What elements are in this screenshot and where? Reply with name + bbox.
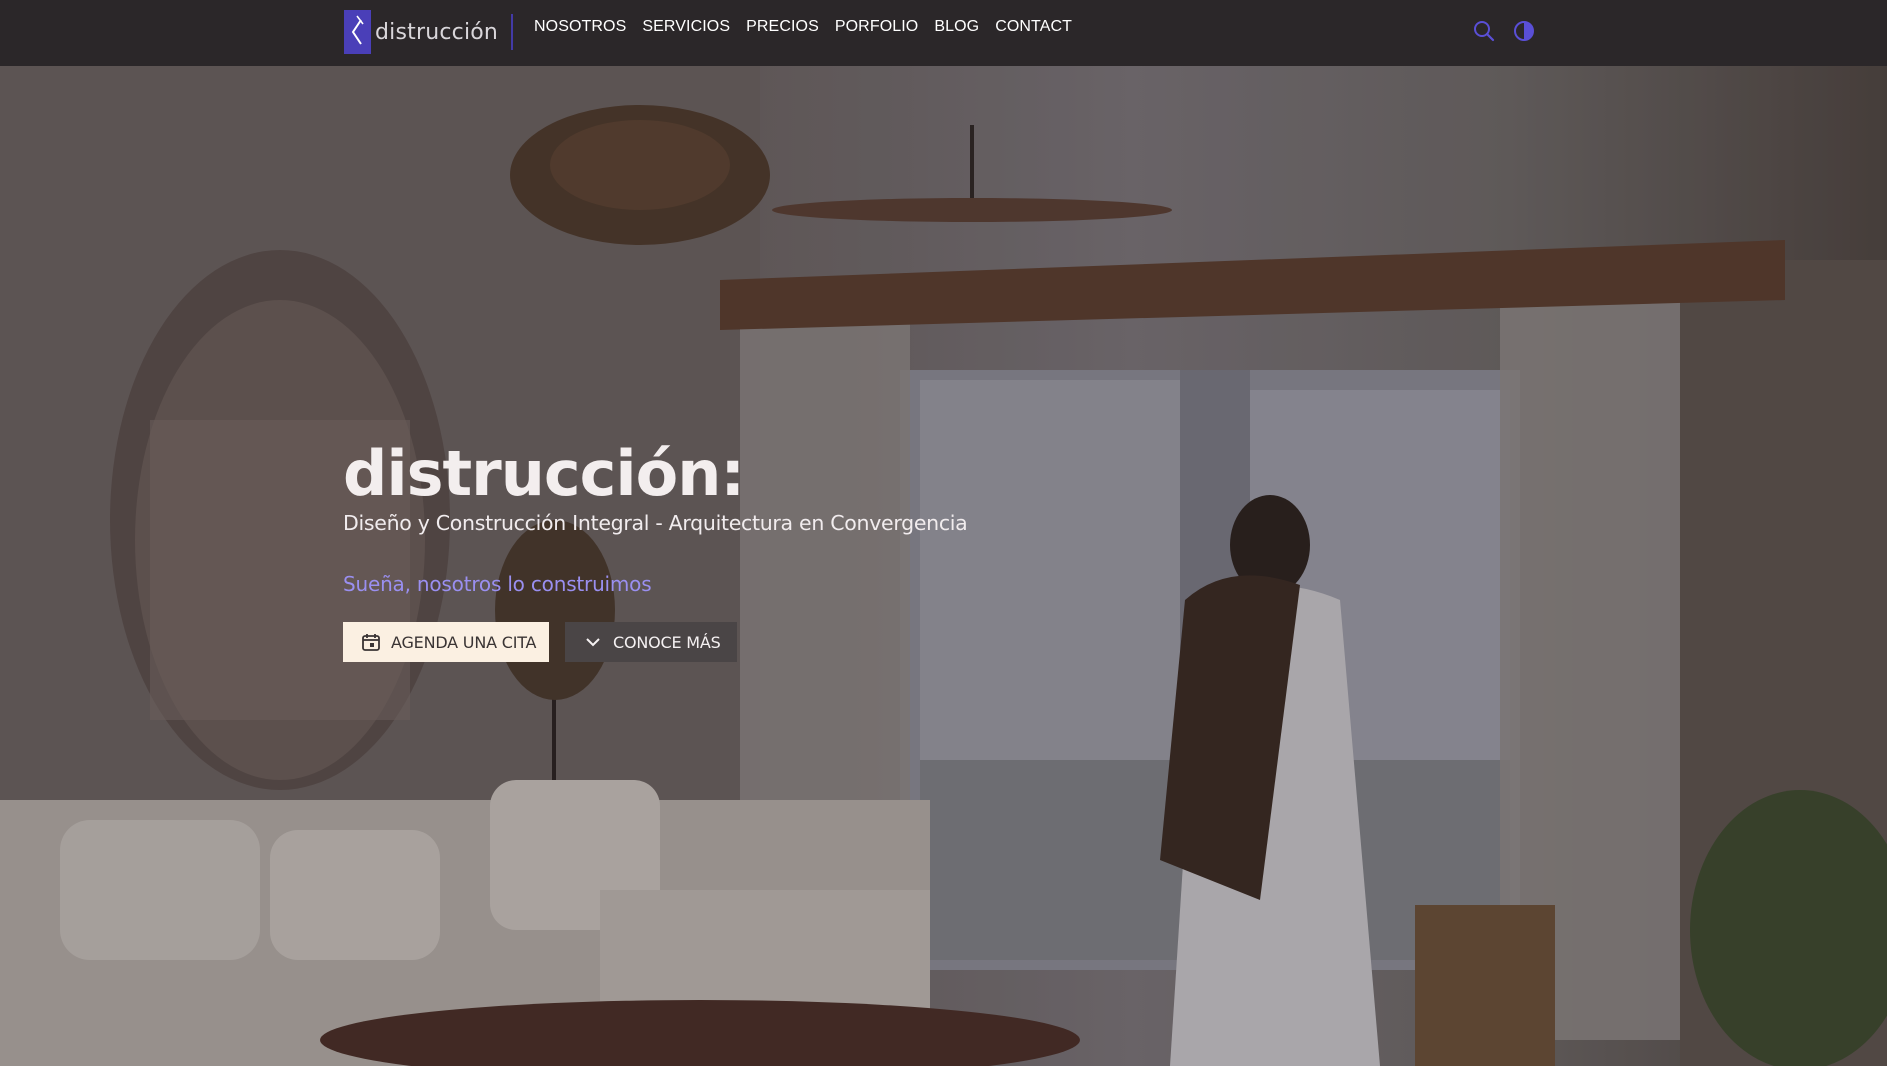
page: distrucción NOSOTROS SERVICIOS PRECIOS P…: [0, 0, 1887, 1066]
nav-item-contact[interactable]: CONTACT: [995, 18, 1072, 36]
hero-section: distrucción: Diseño y Construcción Integ…: [343, 436, 968, 662]
hero-subtitle: Diseño y Construcción Integral - Arquite…: [343, 511, 968, 535]
nav-divider: [511, 14, 513, 50]
nav-item-nosotros[interactable]: NOSOTROS: [534, 18, 626, 36]
theme-toggle-icon[interactable]: [1512, 19, 1536, 43]
schedule-appointment-button[interactable]: AGENDA UNA CITA: [343, 622, 549, 662]
site-logo[interactable]: distrucción: [344, 10, 498, 54]
nav-item-servicios[interactable]: SERVICIOS: [642, 18, 730, 36]
nav-item-precios[interactable]: PRECIOS: [746, 18, 819, 36]
calendar-icon: [361, 632, 381, 652]
hero-tagline: Sueña, nosotros lo construimos: [343, 572, 652, 596]
schedule-appointment-label: AGENDA UNA CITA: [391, 632, 537, 652]
logo-mark-icon: [344, 10, 371, 54]
hero-button-group: AGENDA UNA CITA CONOCE MÁS: [343, 622, 967, 662]
hero-title: distrucción:: [343, 437, 745, 510]
learn-more-button[interactable]: CONOCE MÁS: [565, 622, 737, 662]
main-navigation: NOSOTROS SERVICIOS PRECIOS PORFOLIO BLOG…: [534, 18, 1088, 36]
logo-text: distrucción: [375, 19, 499, 45]
top-navbar: distrucción NOSOTROS SERVICIOS PRECIOS P…: [0, 0, 1887, 66]
chevron-down-icon: [583, 632, 603, 652]
search-icon[interactable]: [1472, 19, 1496, 43]
learn-more-label: CONOCE MÁS: [613, 632, 721, 652]
nav-item-porfolio[interactable]: PORFOLIO: [835, 18, 918, 36]
nav-item-blog[interactable]: BLOG: [934, 18, 979, 36]
